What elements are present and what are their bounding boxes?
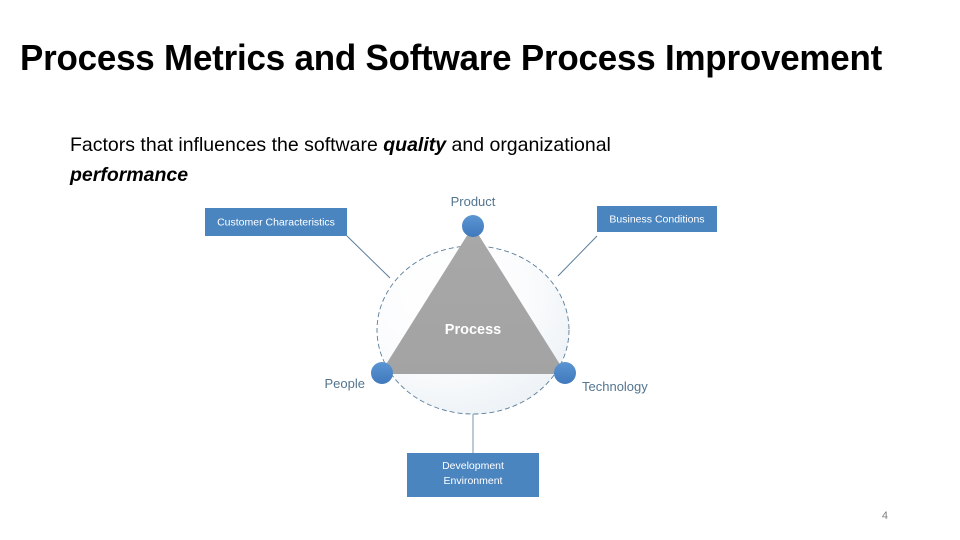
body-text-emphasis-quality: quality bbox=[383, 134, 447, 156]
node-technology[interactable] bbox=[554, 362, 576, 384]
triangle-center-label: Process bbox=[445, 322, 501, 338]
box-label-customer-characteristics: Customer Characteristics bbox=[217, 216, 335, 228]
body-text-part2: and bbox=[446, 134, 490, 156]
connector-customer-characteristics bbox=[346, 235, 391, 279]
node-label-product: Product bbox=[451, 194, 496, 209]
process-factors-diagram: Process Product People Technology Custom… bbox=[185, 188, 745, 508]
box-development-environment[interactable]: Development Environment bbox=[407, 453, 539, 497]
body-text-part3: organizational bbox=[489, 134, 611, 156]
connector-business-conditions bbox=[557, 235, 598, 277]
body-paragraph: Factors that influences the software qua… bbox=[70, 130, 882, 190]
page-title: Process Metrics and Software Process Imp… bbox=[20, 37, 883, 78]
slide: Process Metrics and Software Process Imp… bbox=[0, 0, 960, 540]
node-label-technology: Technology bbox=[582, 379, 648, 394]
box-business-conditions[interactable]: Business Conditions bbox=[597, 206, 717, 232]
node-label-people: People bbox=[325, 376, 365, 391]
box-customer-characteristics[interactable]: Customer Characteristics bbox=[205, 208, 347, 236]
box-label-development-environment-line2: Environment bbox=[444, 475, 503, 487]
box-label-business-conditions: Business Conditions bbox=[609, 213, 704, 225]
page-number: 4 bbox=[881, 510, 888, 522]
node-people[interactable] bbox=[371, 362, 393, 384]
box-label-development-environment-line1: Development bbox=[442, 460, 504, 472]
node-product[interactable] bbox=[462, 215, 484, 237]
body-text-emphasis-performance: performance bbox=[70, 164, 189, 187]
body-text-part1: Factors that influences the software bbox=[70, 134, 384, 156]
